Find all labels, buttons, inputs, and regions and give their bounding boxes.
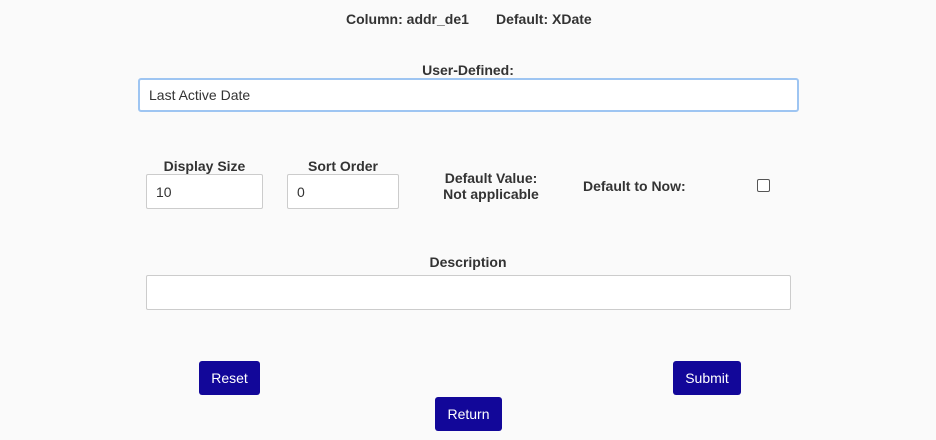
column-default-text: Default: XDate [496,11,592,27]
submit-button[interactable]: Submit [673,361,741,395]
sort-order-label: Sort Order [307,158,378,174]
default-value-label: Default Value: [444,170,538,186]
user-defined-input[interactable] [138,78,799,112]
display-size-label: Display Size [163,158,246,174]
default-to-now-checkbox[interactable] [757,179,770,192]
default-value-block: Default Value: Not applicable [421,170,561,202]
default-to-now-label: Default to Now: [583,178,686,194]
description-label: Description [429,254,507,270]
default-value-text: Not applicable [443,186,539,202]
sort-order-input[interactable] [287,174,399,209]
user-defined-label: User-Defined: [422,62,514,78]
column-name-text: Column: addr_de1 [346,11,469,27]
description-input[interactable] [146,275,791,310]
display-size-input[interactable] [146,174,263,209]
return-button[interactable]: Return [435,397,502,431]
reset-button[interactable]: Reset [199,361,260,395]
